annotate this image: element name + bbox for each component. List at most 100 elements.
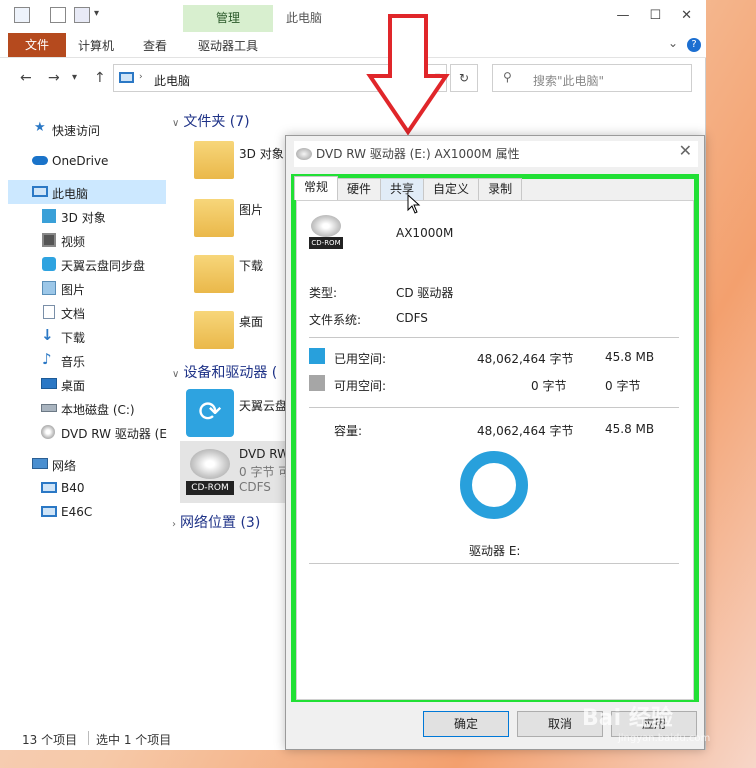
folder-downloads-icon[interactable] xyxy=(194,255,234,293)
general-panel: CD-ROM AX1000M 类型: CD 驱动器 文件系统: CDFS 已用空… xyxy=(296,200,694,700)
filesystem-value: CDFS xyxy=(396,311,428,325)
breadcrumb-chevron-icon[interactable]: › xyxy=(139,72,143,82)
close-icon[interactable]: ✕ xyxy=(679,141,692,160)
tab-view[interactable]: 查看 xyxy=(143,37,167,54)
computer-icon xyxy=(41,482,57,493)
tab-file[interactable]: 文件 xyxy=(8,33,66,57)
navigation-pane: ★ 快速访问 OneDrive 此电脑 3D 对象 视频 天翼云盘同步盘 图片 xyxy=(8,105,167,725)
device-free-space: 0 字节 可 xyxy=(239,465,291,479)
folder-label[interactable]: 图片 xyxy=(239,201,263,218)
help-icon[interactable]: ? xyxy=(687,38,701,52)
chevron-down-icon[interactable]: ⌄ xyxy=(668,36,678,50)
address-row: ← → ▾ ↑ › 此电脑 ▾ ↻ ⚲ 搜索"此电脑" xyxy=(0,62,706,94)
folder-label[interactable]: 下载 xyxy=(239,257,263,274)
sidebar-item-this-pc[interactable]: 此电脑 xyxy=(8,180,166,204)
sidebar-item-onedrive[interactable]: OneDrive xyxy=(8,149,166,173)
search-placeholder: 搜索"此电脑" xyxy=(533,74,605,88)
sidebar-item-tianyi-sync[interactable]: 天翼云盘同步盘 xyxy=(8,252,166,276)
sidebar-item-b40[interactable]: B40 xyxy=(8,476,166,500)
tab-general[interactable]: 常规 xyxy=(294,176,339,200)
sidebar-item-label: OneDrive xyxy=(52,154,109,168)
sidebar-item-3d-objects[interactable]: 3D 对象 xyxy=(8,204,166,228)
status-bar: 13 个项目 选中 1 个项目 xyxy=(8,730,278,748)
dvd-icon xyxy=(41,425,55,439)
dvd-drive-tile[interactable]: CD-ROM DVD RW 0 字节 可 CDFS xyxy=(180,441,290,503)
tab-computer[interactable]: 计算机 xyxy=(78,37,114,54)
sidebar-item-label: 天翼云盘同步盘 xyxy=(61,259,146,273)
tab-manage[interactable]: 管理 xyxy=(183,5,273,33)
sidebar-item-music[interactable]: ♪ 音乐 xyxy=(8,348,166,372)
ok-button[interactable]: 确定 xyxy=(423,711,509,737)
recent-chevron-icon[interactable]: ▾ xyxy=(72,72,77,83)
mouse-cursor-icon xyxy=(407,194,421,214)
sidebar-item-downloads[interactable]: ↓ 下载 xyxy=(8,324,166,348)
customize-toolbar-chevron-icon[interactable]: ▾ xyxy=(94,8,99,19)
computer-icon xyxy=(14,7,30,23)
close-icon[interactable]: ✕ xyxy=(681,8,692,23)
sidebar-item-local-disk-c[interactable]: 本地磁盘 (C:) xyxy=(8,396,166,420)
minimize-icon[interactable]: — xyxy=(616,8,629,23)
chevron-down-icon: ∨ xyxy=(172,369,180,380)
dvd-icon xyxy=(190,449,230,479)
sidebar-item-label: 下载 xyxy=(61,331,86,345)
dvd-icon xyxy=(311,215,341,237)
up-arrow-icon[interactable]: ↑ xyxy=(94,70,106,86)
group-header-folders[interactable]: ∨ 文件夹 (7) xyxy=(172,111,250,131)
disk-icon xyxy=(41,404,57,412)
group-header-devices[interactable]: ∨ 设备和驱动器 ( xyxy=(172,362,277,382)
maximize-icon[interactable]: ☐ xyxy=(649,8,661,23)
star-icon: ★ xyxy=(34,120,46,135)
picture-icon xyxy=(42,281,56,295)
sidebar-item-label: 快速访问 xyxy=(52,124,101,138)
tab-hardware[interactable]: 硬件 xyxy=(337,178,382,200)
cube-icon xyxy=(42,209,56,223)
new-folder-icon[interactable] xyxy=(74,7,90,23)
tab-drive-tools[interactable]: 驱动器工具 xyxy=(198,37,258,54)
folder-label[interactable]: 3D 对象 xyxy=(239,145,284,162)
tab-recording[interactable]: 录制 xyxy=(478,178,523,200)
tab-customize[interactable]: 自定义 xyxy=(423,178,480,200)
sidebar-item-label: 网络 xyxy=(52,459,77,473)
used-space-swatch xyxy=(309,348,325,364)
folder-label[interactable]: 桌面 xyxy=(239,313,263,330)
sidebar-item-desktop[interactable]: 桌面 xyxy=(8,372,166,396)
sidebar-item-dvd-drive[interactable]: DVD RW 驱动器 (E xyxy=(8,420,167,444)
usage-donut-chart xyxy=(460,451,528,519)
folder-desktop-icon[interactable] xyxy=(194,311,234,349)
sidebar-item-label: 此电脑 xyxy=(52,187,89,201)
forward-arrow-icon[interactable]: → xyxy=(48,70,60,86)
sync-icon[interactable]: ⟳ xyxy=(186,389,234,437)
computer-icon xyxy=(32,186,48,197)
computer-icon xyxy=(119,72,134,83)
free-space-swatch xyxy=(309,375,325,391)
device-label: DVD RW xyxy=(239,447,290,461)
sidebar-item-e46c[interactable]: E46C xyxy=(8,500,166,524)
properties-icon[interactable] xyxy=(50,7,66,23)
chevron-down-icon: ∨ xyxy=(172,118,180,129)
back-arrow-icon[interactable]: ← xyxy=(20,70,32,86)
sidebar-item-network[interactable]: 网络 xyxy=(8,452,166,476)
folder-pictures-icon[interactable] xyxy=(194,199,234,237)
free-space-mb: 0 字节 xyxy=(605,379,641,393)
sidebar-item-label: DVD RW 驱动器 (E xyxy=(61,427,167,441)
sidebar-item-label: B40 xyxy=(61,481,85,495)
device-label[interactable]: 天翼云盘 xyxy=(239,397,287,414)
volume-label-field[interactable]: AX1000M xyxy=(396,226,453,240)
sidebar-item-quick-access[interactable]: ★ 快速访问 xyxy=(8,117,166,141)
dvd-icon xyxy=(296,148,312,160)
desktop-icon xyxy=(41,378,57,389)
title-bar: ▾ 管理 此电脑 — ☐ ✕ xyxy=(0,0,706,33)
drive-letter-label: 驱动器 E: xyxy=(469,544,521,558)
capacity-mb: 45.8 MB xyxy=(605,422,655,436)
refresh-icon[interactable]: ↻ xyxy=(450,64,478,92)
search-input[interactable]: ⚲ 搜索"此电脑" xyxy=(492,64,692,92)
sidebar-item-label: 本地磁盘 (C:) xyxy=(61,403,135,417)
group-header-network[interactable]: › 网络位置 (3) xyxy=(172,512,260,532)
folder-3d-objects-icon[interactable] xyxy=(194,141,234,179)
sidebar-item-documents[interactable]: 文档 xyxy=(8,300,166,324)
sidebar-item-pictures[interactable]: 图片 xyxy=(8,276,166,300)
breadcrumb[interactable]: 此电脑 xyxy=(154,72,190,89)
sidebar-item-videos[interactable]: 视频 xyxy=(8,228,166,252)
dialog-title: DVD RW 驱动器 (E:) AX1000M 属性 xyxy=(316,147,520,161)
baidu-watermark: Bai 经验 xyxy=(582,706,673,731)
